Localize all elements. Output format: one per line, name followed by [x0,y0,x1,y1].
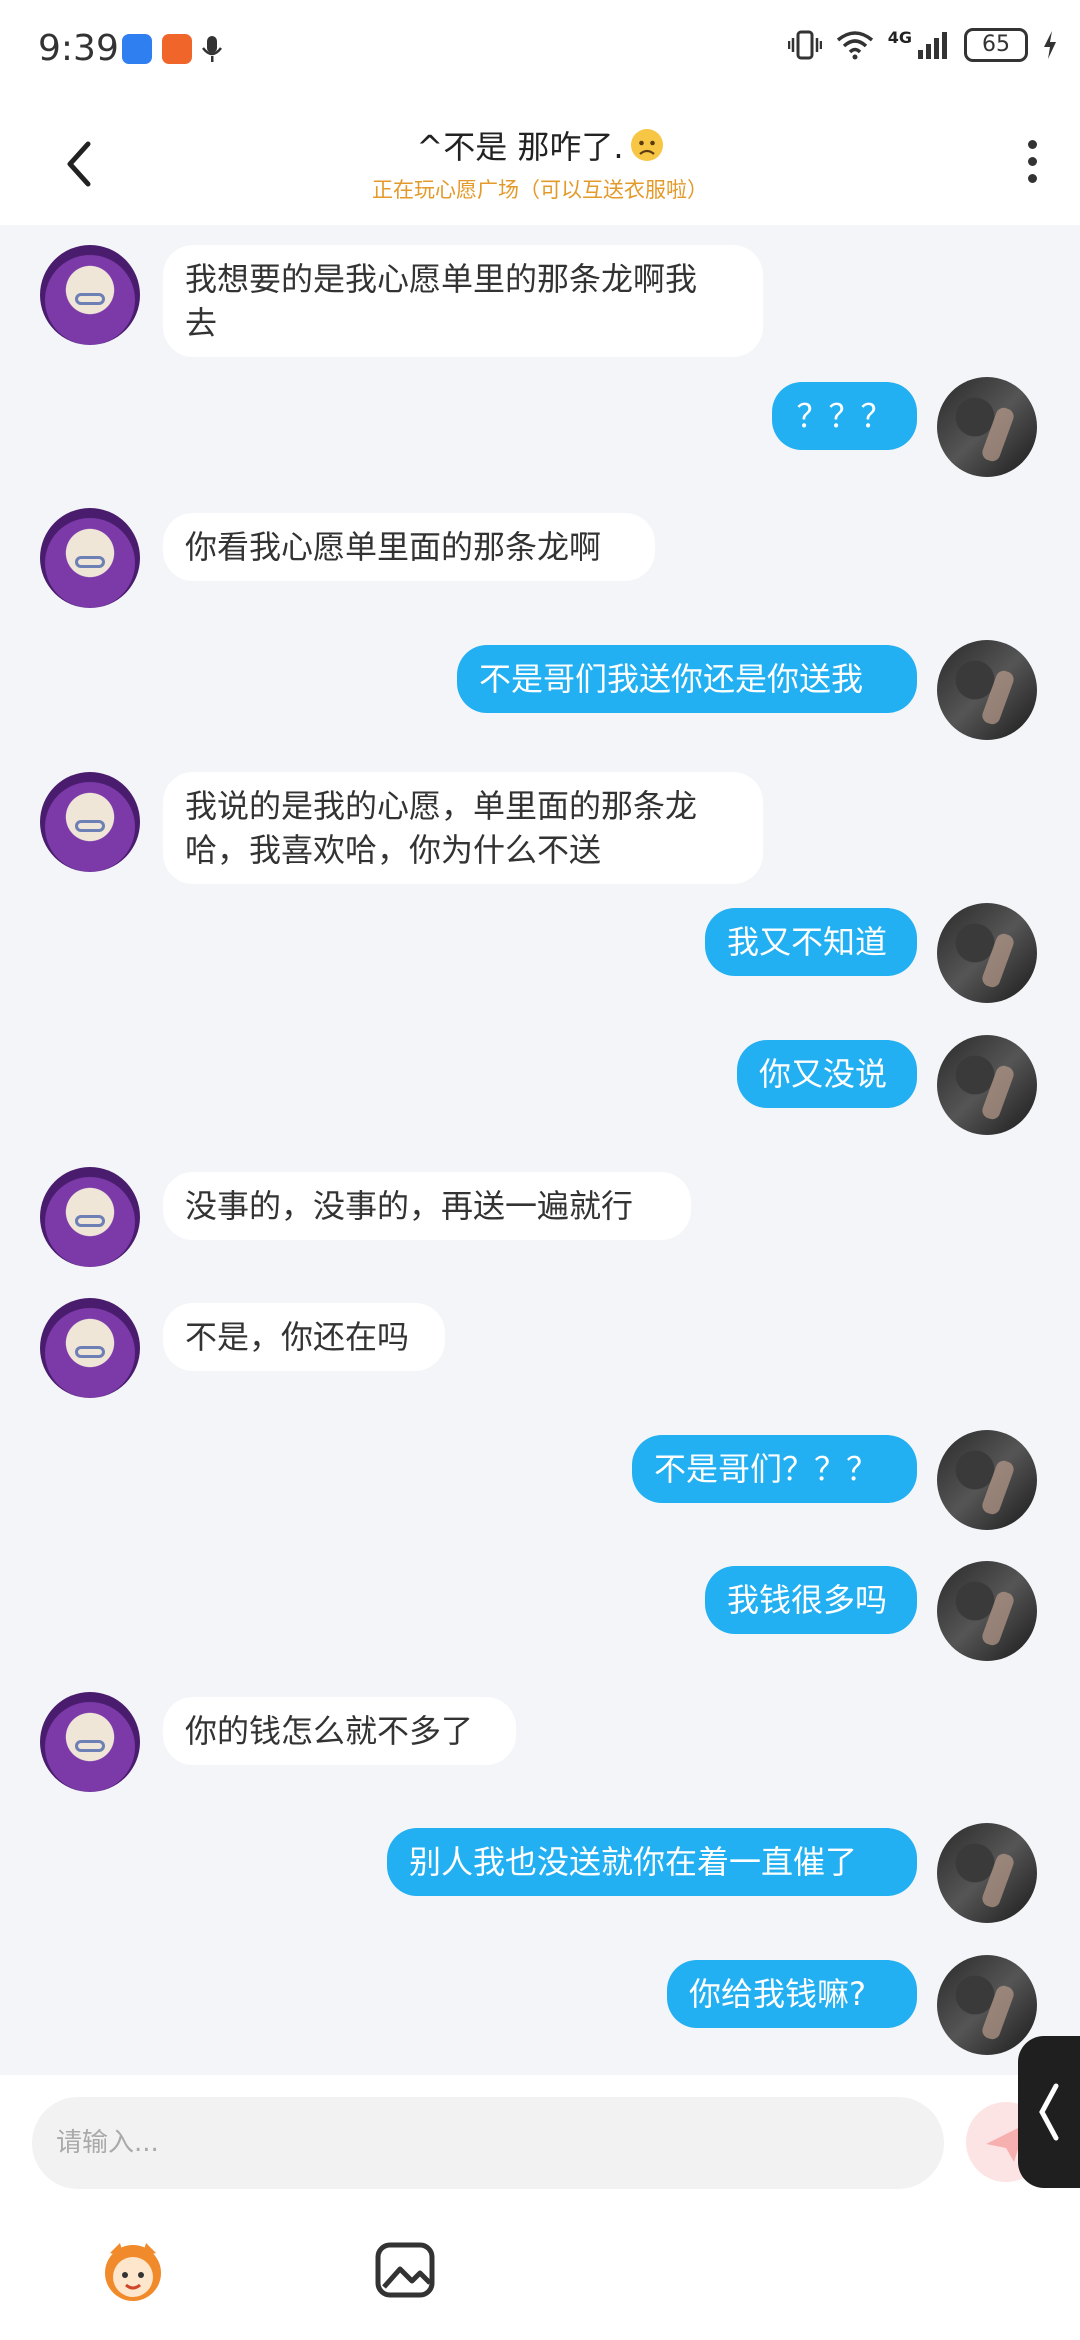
message-bubble[interactable]: 不是哥们？？？ [632,1435,917,1503]
wifi-icon [836,31,873,60]
avatar[interactable] [937,1035,1037,1135]
message-list[interactable]: 我想要的是我心愿单里的那条龙啊我 去 ？？？ 你看我心愿单里面的那条龙啊 不是哥… [0,225,1080,2075]
avatar[interactable] [40,772,140,872]
avatar[interactable] [40,1692,140,1792]
chat-header: ^不是 那咋了. 正在玩心愿广场（可以互送衣服啦） [0,100,1080,225]
back-icon[interactable] [50,134,110,194]
avatar[interactable] [40,508,140,608]
vibrate-icon [787,30,822,60]
avatar[interactable] [937,1561,1037,1661]
side-panel-handle[interactable] [1018,2036,1080,2188]
message-bubble[interactable]: 我钱很多吗 [705,1566,917,1634]
message-bubble[interactable]: 你看我心愿单里面的那条龙啊 [163,513,655,581]
clock-app-icon [122,34,152,64]
chat-title-block[interactable]: ^不是 那咋了. 正在玩心愿广场（可以互送衣服啦） [240,122,840,204]
message-bubble[interactable]: 不是哥们我送你还是你送我 [457,645,917,713]
more-icon[interactable] [1022,140,1042,190]
app-notification-icon [162,34,192,64]
signal-icon [918,32,947,59]
composer: 请输入... [0,2075,1080,2340]
battery-indicator: 65 [964,28,1028,62]
message-input[interactable]: 请输入... [32,2097,944,2189]
status-bar: 9:39 4G 65 [0,0,1080,100]
message-bubble[interactable]: 我又不知道 [705,908,917,976]
message-bubble[interactable]: 别人我也没送就你在着一直催了 [387,1828,917,1896]
charging-icon [1044,31,1056,59]
avatar[interactable] [937,640,1037,740]
avatar[interactable] [40,1298,140,1398]
message-bubble[interactable]: ？？？ [772,382,917,450]
avatar[interactable] [40,1167,140,1267]
side-handle-icon [1039,2083,1059,2141]
network-type: 4G [887,28,912,47]
microphone-icon [202,36,222,62]
message-bubble[interactable]: 你的钱怎么就不多了 [163,1697,516,1765]
message-bubble[interactable]: 你给我钱嘛? [667,1960,917,2028]
avatar[interactable] [937,1823,1037,1923]
avatar[interactable] [937,377,1037,477]
status-time: 9:39 [38,28,119,69]
avatar[interactable] [937,903,1037,1003]
message-bubble[interactable]: 不是，你还在吗 [163,1303,445,1371]
message-bubble[interactable]: 你又没说 [737,1040,917,1108]
message-bubble[interactable]: 我想要的是我心愿单里的那条龙啊我 去 [163,245,763,357]
chat-subtitle: 正在玩心愿广场（可以互送衣服啦） [372,178,708,202]
message-bubble[interactable]: 没事的，没事的，再送一遍就行 [163,1172,691,1240]
emoji-mascot-icon[interactable] [98,2235,168,2305]
avatar[interactable] [40,245,140,345]
worried-face-emoji-icon [630,129,663,161]
message-bubble[interactable]: 我说的是我的心愿，单里面的那条龙 哈，我喜欢哈，你为什么不送 [163,772,763,884]
avatar[interactable] [937,1430,1037,1530]
image-icon[interactable] [370,2235,440,2305]
chat-title: ^不是 那咋了. [416,128,624,166]
